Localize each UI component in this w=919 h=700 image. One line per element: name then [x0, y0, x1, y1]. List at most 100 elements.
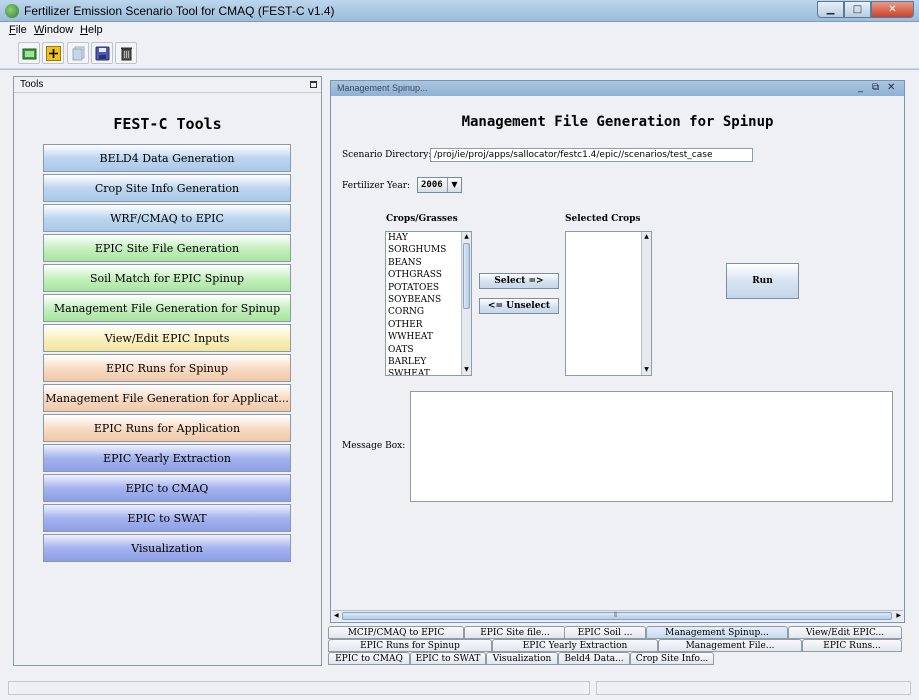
tool-button-epic-runs-for-spinup[interactable]: EPIC Runs for Spinup — [43, 354, 291, 382]
tab-epic-yearly-extraction[interactable]: EPIC Yearly Extraction — [492, 639, 658, 652]
frame-close-button[interactable]: ✕ — [887, 82, 895, 93]
crops-list-scrollbar[interactable]: ▲ ▼ — [461, 232, 471, 375]
crop-list-item[interactable]: BEANS — [386, 257, 471, 269]
frame-title: Management Spinup... — [337, 83, 428, 93]
tab-mcip-cmaq-to-epic[interactable]: MCIP/CMAQ to EPIC — [328, 626, 464, 639]
tool-button-soil-match-for-epic-spinup[interactable]: Soil Match for EPIC Spinup — [43, 264, 291, 292]
tab-epic-site-file[interactable]: EPIC Site file... — [464, 626, 566, 639]
tools-panel-header: Tools — [14, 77, 321, 93]
tools-panel: Tools FEST-C Tools BELD4 Data Generation… — [13, 76, 322, 666]
frame-horizontal-scrollbar[interactable]: ◀ ⦀ ▶ — [332, 610, 903, 621]
tool-button-management-file-generation-for-spinup[interactable]: Management File Generation for Spinup — [43, 294, 291, 322]
minimize-button[interactable]: ▁ — [817, 1, 844, 18]
crop-list-item[interactable]: SWHEAT — [386, 368, 471, 375]
crop-list-item[interactable]: OATS — [386, 344, 471, 356]
tool-button-epic-yearly-extraction[interactable]: EPIC Yearly Extraction — [43, 444, 291, 472]
add-button[interactable] — [42, 42, 64, 64]
scroll-up-icon[interactable]: ▲ — [642, 232, 651, 242]
tool-button-view-edit-epic-inputs[interactable]: View/Edit EPIC Inputs — [43, 324, 291, 352]
open-icon — [22, 48, 37, 60]
unselect-button[interactable]: <= Unselect — [479, 298, 559, 314]
select-button[interactable]: Select => — [479, 273, 559, 289]
app-logo-icon — [5, 4, 19, 18]
open-button[interactable] — [18, 42, 40, 64]
tools-title: FEST-C Tools — [113, 115, 222, 133]
window-titlebar: Fertilizer Emission Scenario Tool for CM… — [0, 0, 919, 22]
tab-crop-site-info[interactable]: Crop Site Info... — [630, 652, 714, 665]
panel-maximize-icon[interactable] — [310, 81, 317, 88]
management-spinup-frame: Management Spinup... _ ⧉ ✕ Management Fi… — [330, 80, 905, 623]
message-box[interactable] — [410, 391, 893, 502]
message-box-label: Message Box: — [342, 441, 406, 451]
status-bar — [0, 677, 919, 700]
frame-minimize-button[interactable]: _ — [858, 82, 863, 93]
scenario-directory-input[interactable]: /proj/ie/proj/apps/sallocator/festc1.4/e… — [430, 148, 753, 162]
scroll-left-icon[interactable]: ◀ — [334, 611, 339, 621]
trash-icon — [121, 47, 132, 61]
tool-button-visualization[interactable]: Visualization — [43, 534, 291, 562]
tab-management-file[interactable]: Management File... — [658, 639, 802, 652]
scroll-thumb[interactable] — [463, 243, 470, 309]
scenario-directory-label: Scenario Directory: — [342, 150, 432, 160]
trash-button[interactable] — [115, 42, 137, 64]
crop-list-item[interactable]: HAY — [386, 232, 471, 244]
tool-button-crop-site-info-generation[interactable]: Crop Site Info Generation — [43, 174, 291, 202]
selected-crops-list[interactable]: ▲ ▼ — [565, 231, 652, 376]
selected-crops-label: Selected Crops — [565, 214, 641, 224]
close-button[interactable]: ✕ — [871, 1, 914, 18]
copy-icon — [72, 46, 85, 61]
tool-button-wrf-cmaq-to-epic[interactable]: WRF/CMAQ to EPIC — [43, 204, 291, 232]
add-icon — [46, 46, 61, 61]
frame-restore-button[interactable]: ⧉ — [872, 82, 879, 93]
crop-list-item[interactable]: SORGHUMS — [386, 244, 471, 256]
selected-list-scrollbar[interactable]: ▲ ▼ — [641, 232, 651, 375]
tab-management-spinup[interactable]: Management Spinup... — [646, 626, 788, 639]
tab-visualization[interactable]: Visualization — [486, 652, 558, 665]
crop-list-item[interactable]: SOYBEANS — [386, 294, 471, 306]
menu-window[interactable]: Window — [34, 24, 73, 36]
tool-button-epic-to-cmaq[interactable]: EPIC to CMAQ — [43, 474, 291, 502]
crops-list[interactable]: HAY SORGHUMS BEANS OTHGRASS POTATOES SOYBEANS… — [385, 231, 472, 376]
copy-button[interactable] — [67, 42, 89, 64]
tab-epic-runs-for-spinup[interactable]: EPIC Runs for Spinup — [328, 639, 492, 652]
crop-list-item[interactable]: OTHER — [386, 319, 471, 331]
frame-titlebar: Management Spinup... _ ⧉ ✕ — [331, 81, 904, 96]
crop-list-item[interactable]: WWHEAT — [386, 331, 471, 343]
tool-button-epic-to-swat[interactable]: EPIC to SWAT — [43, 504, 291, 532]
maximize-button[interactable]: □ — [844, 1, 871, 18]
window-title: Fertilizer Emission Scenario Tool for CM… — [24, 4, 335, 18]
tool-button-beld4-data-generation[interactable]: BELD4 Data Generation — [43, 144, 291, 172]
tools-panel-label: Tools — [20, 79, 44, 90]
save-icon — [95, 46, 110, 61]
crop-list-item[interactable]: CORNG — [386, 306, 471, 318]
tool-button-epic-site-file-generation[interactable]: EPIC Site File Generation — [43, 234, 291, 262]
tab-beld4-data[interactable]: Beld4 Data... — [558, 652, 630, 665]
tab-epic-to-swat[interactable]: EPIC to SWAT — [410, 652, 486, 665]
crop-list-item[interactable]: OTHGRASS — [386, 269, 471, 281]
main-area: Tools FEST-C Tools BELD4 Data Generation… — [0, 70, 919, 677]
menu-help[interactable]: Help — [80, 24, 103, 36]
tab-epic-soil[interactable]: EPIC Soil ... — [564, 626, 646, 639]
crops-grasses-label: Crops/Grasses — [386, 214, 458, 224]
status-segment-right — [596, 681, 911, 695]
tool-button-epic-runs-for-application[interactable]: EPIC Runs for Application — [43, 414, 291, 442]
fertilizer-year-label: Fertilizer Year: — [342, 181, 411, 191]
chevron-down-icon[interactable]: ▼ — [447, 178, 461, 192]
menubar: File Window Help — [0, 22, 919, 39]
save-button[interactable] — [91, 42, 113, 64]
tool-button-management-file-generation-for-applicat[interactable]: Management File Generation for Applicat.… — [43, 384, 291, 412]
crop-list-item[interactable]: POTATOES — [386, 282, 471, 294]
scroll-right-icon[interactable]: ▶ — [896, 611, 901, 621]
menu-file[interactable]: File — [9, 24, 27, 36]
tab-epic-to-cmaq[interactable]: EPIC to CMAQ — [328, 652, 410, 665]
scroll-up-icon[interactable]: ▲ — [462, 232, 471, 242]
scroll-down-icon[interactable]: ▼ — [462, 365, 471, 375]
scroll-down-icon[interactable]: ▼ — [642, 365, 651, 375]
run-button[interactable]: Run — [726, 263, 799, 299]
window-controls: ▁ □ ✕ — [817, 1, 914, 19]
crop-list-item[interactable]: BARLEY — [386, 356, 471, 368]
tab-view-edit-epic[interactable]: View/Edit EPIC... — [788, 626, 902, 639]
fertilizer-year-select[interactable]: 2006 ▼ — [417, 177, 462, 193]
frame-heading: Management File Generation for Spinup — [461, 114, 774, 130]
tab-epic-runs[interactable]: EPIC Runs... — [802, 639, 902, 652]
